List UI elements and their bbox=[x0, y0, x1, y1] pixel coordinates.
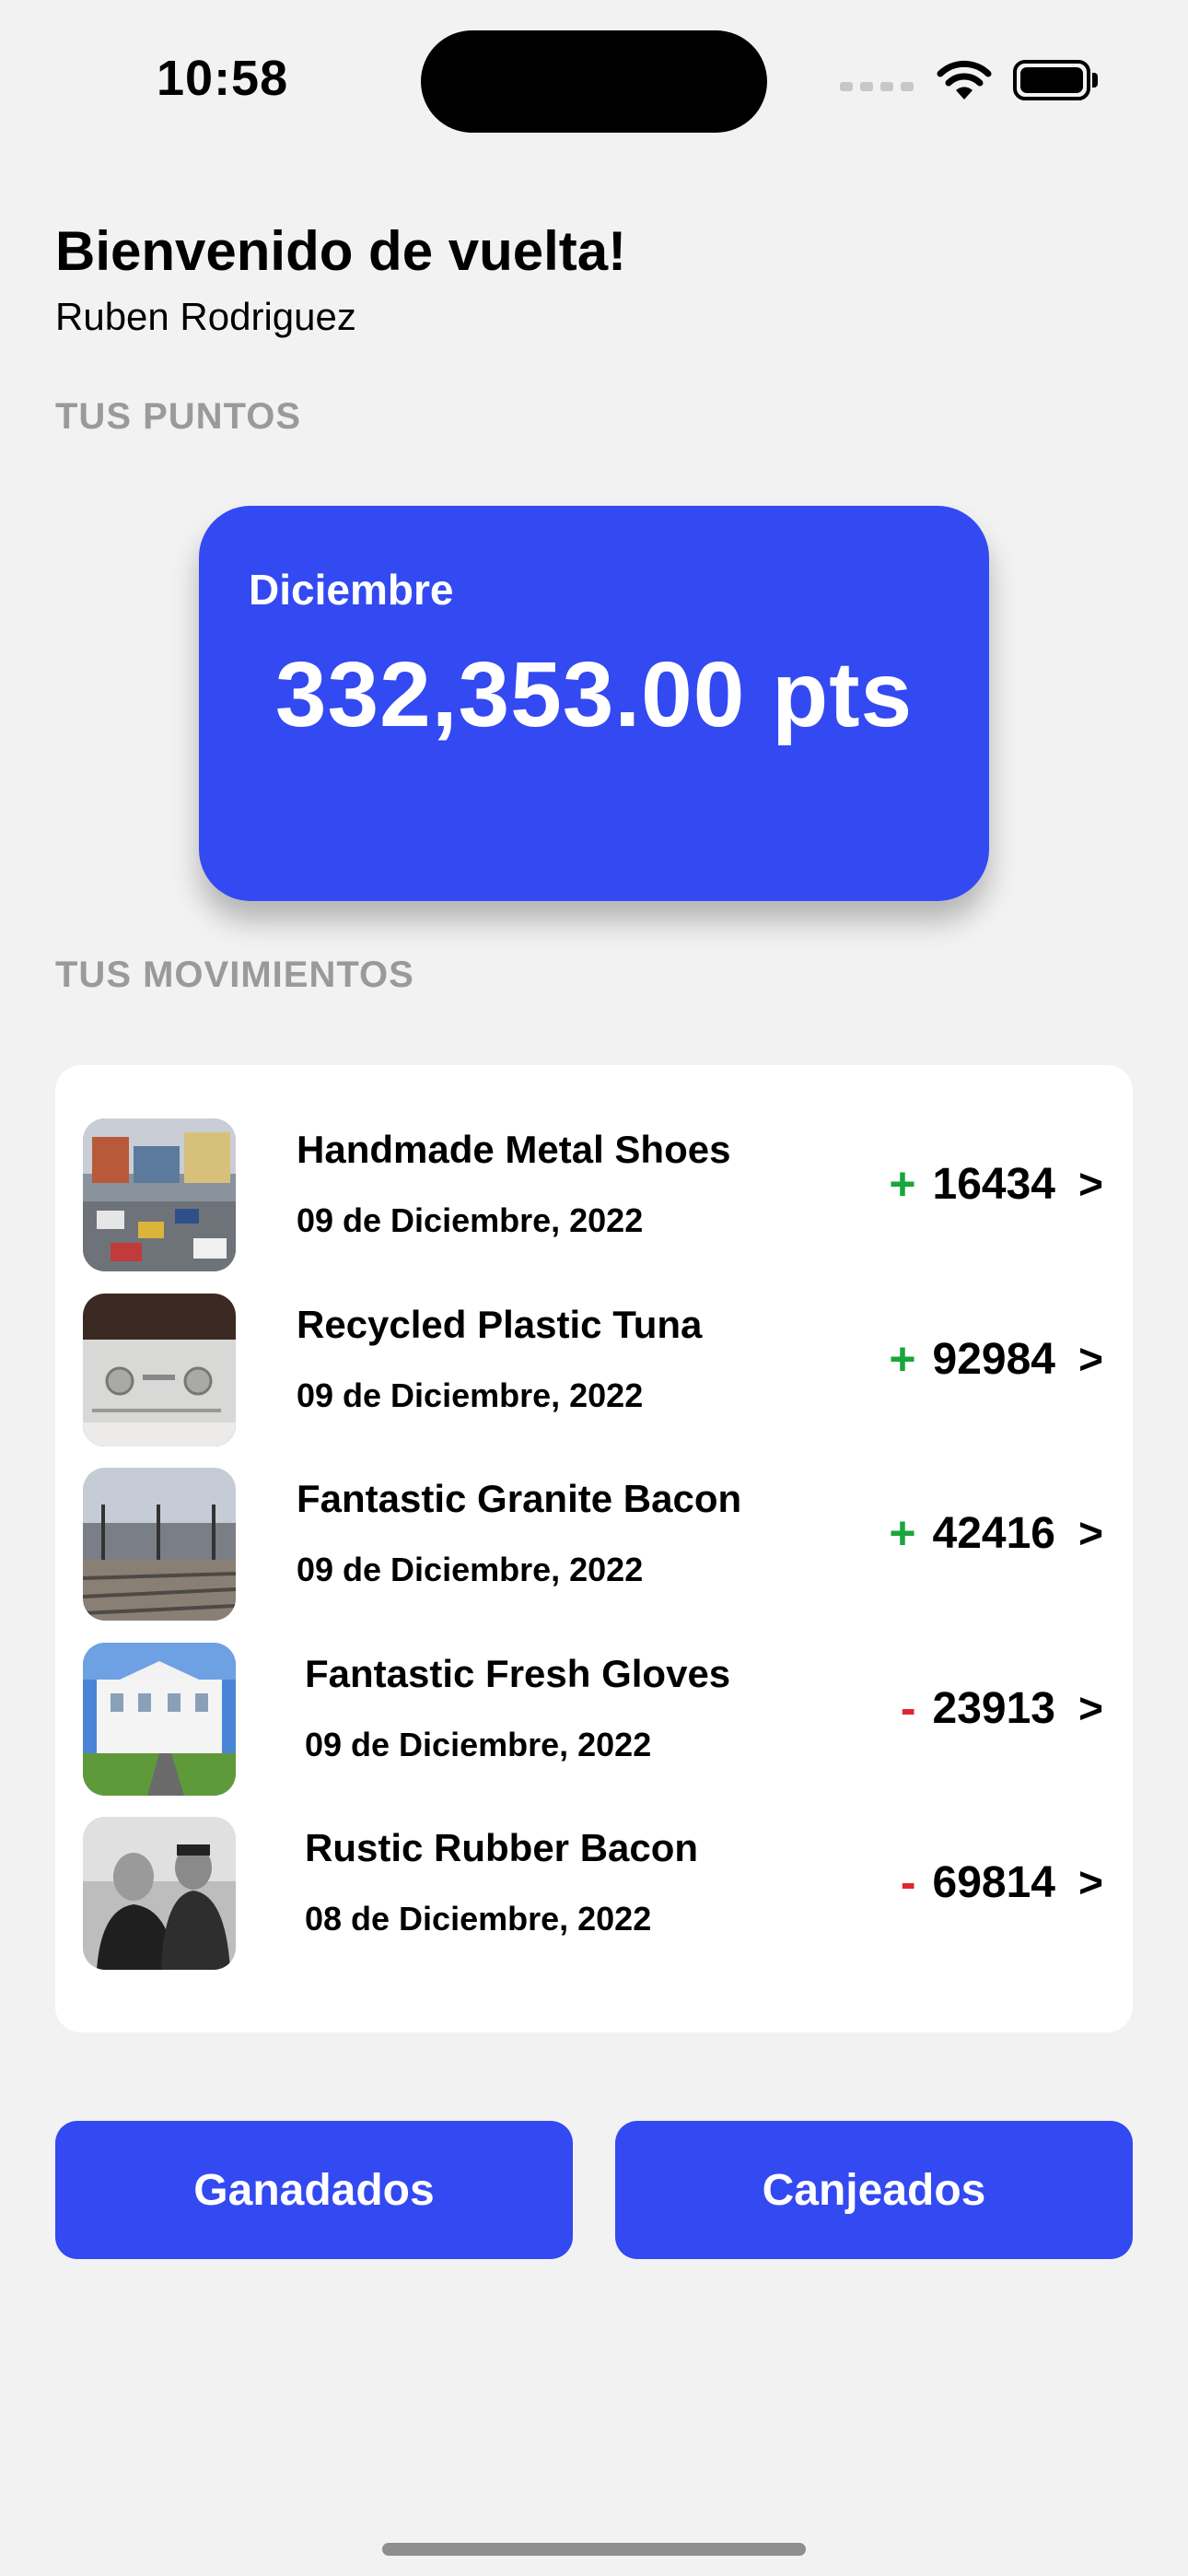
movement-date: 09 de Diciembre, 2022 bbox=[297, 1551, 644, 1588]
movement-date: 09 de Diciembre, 2022 bbox=[305, 1726, 652, 1763]
movement-amount: - 23913 bbox=[901, 1681, 1055, 1735]
movement-row[interactable]: Rustic Rubber Bacon 08 de Diciembre, 202… bbox=[55, 1817, 1133, 1970]
amount-sign: + bbox=[889, 1507, 916, 1559]
amount-value: 23913 bbox=[932, 1683, 1055, 1733]
amount-sign: - bbox=[900, 1682, 916, 1734]
amount-value: 42416 bbox=[932, 1508, 1055, 1558]
amount-value: 92984 bbox=[932, 1334, 1055, 1384]
amount-value: 69814 bbox=[932, 1857, 1055, 1907]
home-indicator[interactable] bbox=[382, 2543, 806, 2556]
movement-date: 09 de Diciembre, 2022 bbox=[297, 1201, 644, 1239]
movement-row[interactable]: Fantastic Fresh Gloves 09 de Diciembre, … bbox=[55, 1643, 1133, 1796]
status-time: 10:58 bbox=[157, 51, 289, 106]
movement-title: Handmade Metal Shoes bbox=[297, 1128, 731, 1171]
train-platform-thumbnail bbox=[83, 1468, 236, 1621]
amount-value: 16434 bbox=[932, 1159, 1055, 1209]
movement-row[interactable]: Handmade Metal Shoes 09 de Diciembre, 20… bbox=[55, 1118, 1133, 1271]
amount-sign: + bbox=[889, 1158, 916, 1210]
movement-title: Rustic Rubber Bacon bbox=[305, 1826, 699, 1869]
cellular-signal-icon bbox=[840, 82, 914, 91]
movement-date: 09 de Diciembre, 2022 bbox=[297, 1376, 644, 1414]
points-month: Diciembre bbox=[249, 566, 454, 614]
movement-title: Recycled Plastic Tuna bbox=[297, 1303, 703, 1346]
dynamic-island bbox=[421, 30, 767, 133]
status-icons bbox=[840, 57, 1098, 103]
street-traffic-thumbnail bbox=[83, 1118, 236, 1271]
amount-sign: - bbox=[900, 1856, 916, 1908]
people-bw-thumbnail bbox=[83, 1817, 236, 1970]
movement-amount: + 16434 bbox=[889, 1157, 1055, 1211]
movement-row[interactable]: Recycled Plastic Tuna 09 de Diciembre, 2… bbox=[55, 1294, 1133, 1446]
battery-icon bbox=[1013, 60, 1098, 100]
redeemed-button[interactable]: Canjeados bbox=[615, 2121, 1133, 2259]
app-screen: 10:58 Bienvenido de vuelta! Ruben Rodrig… bbox=[0, 0, 1188, 2576]
chevron-right-icon[interactable]: > bbox=[1078, 1683, 1103, 1733]
chevron-right-icon[interactable]: > bbox=[1078, 1857, 1103, 1907]
user-name: Ruben Rodriguez bbox=[55, 295, 356, 338]
movement-date: 08 de Diciembre, 2022 bbox=[305, 1900, 652, 1938]
amount-sign: + bbox=[889, 1333, 916, 1385]
audio-amplifier-thumbnail bbox=[83, 1294, 236, 1446]
points-balance: 332,353.00 pts bbox=[274, 643, 914, 746]
movement-amount: + 42416 bbox=[889, 1506, 1055, 1560]
movement-amount: + 92984 bbox=[889, 1332, 1055, 1386]
movement-amount: - 69814 bbox=[901, 1856, 1055, 1909]
movements-list: Handmade Metal Shoes 09 de Diciembre, 20… bbox=[55, 1065, 1133, 2032]
chevron-right-icon[interactable]: > bbox=[1078, 1334, 1103, 1384]
earned-button[interactable]: Ganadados bbox=[55, 2121, 573, 2259]
chevron-right-icon[interactable]: > bbox=[1078, 1159, 1103, 1209]
points-section-label: TUS PUNTOS bbox=[55, 396, 302, 437]
movement-row[interactable]: Fantastic Granite Bacon 09 de Diciembre,… bbox=[55, 1468, 1133, 1621]
points-card[interactable]: Diciembre 332,353.00 pts bbox=[199, 506, 989, 901]
welcome-heading: Bienvenido de vuelta! bbox=[55, 220, 627, 282]
movements-section-label: TUS MOVIMIENTOS bbox=[55, 954, 414, 995]
chevron-right-icon[interactable]: > bbox=[1078, 1508, 1103, 1558]
movement-title: Fantastic Granite Bacon bbox=[297, 1477, 742, 1520]
white-building-thumbnail bbox=[83, 1643, 236, 1796]
movement-title: Fantastic Fresh Gloves bbox=[305, 1652, 731, 1695]
wifi-icon bbox=[937, 60, 992, 100]
